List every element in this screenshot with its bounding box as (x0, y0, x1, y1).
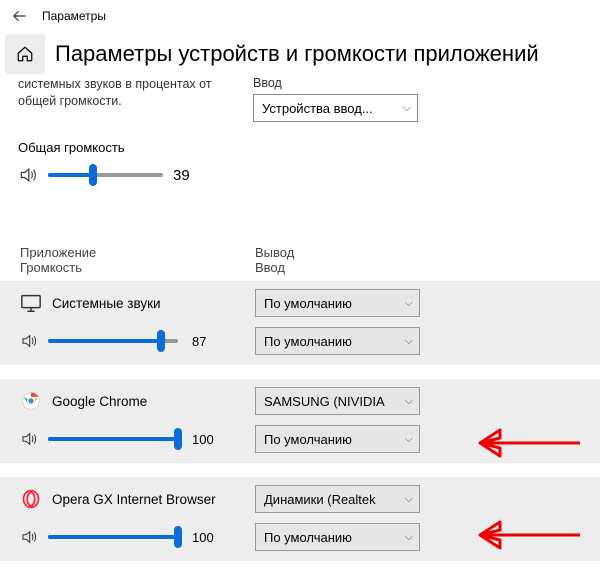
window-title: Параметры (42, 9, 106, 23)
chevron-down-icon: ⌵ (405, 433, 413, 446)
system-volume-value: 87 (192, 334, 222, 349)
chevron-down-icon: ⌵ (405, 531, 413, 544)
monitor-icon (20, 292, 42, 314)
chevron-down-icon: ⌵ (405, 395, 413, 408)
speaker-icon[interactable] (20, 429, 40, 449)
master-volume-value: 39 (173, 167, 203, 184)
input-device-select[interactable]: Устройства ввод... ⌵ (253, 94, 418, 122)
chevron-down-icon: ⌵ (405, 335, 413, 348)
system-output-select[interactable]: По умолчанию ⌵ (255, 289, 420, 317)
speaker-icon[interactable] (20, 331, 40, 351)
page-title: Параметры устройств и громкости приложен… (55, 41, 539, 67)
chrome-volume-slider[interactable] (48, 437, 178, 441)
opera-icon (20, 488, 42, 510)
chrome-volume-value: 100 (192, 432, 222, 447)
app-row-opera: Opera GX Internet Browser Динамики (Real… (0, 477, 600, 561)
master-volume-label: Общая громкость (0, 140, 600, 155)
input-device-label: Ввод (253, 76, 418, 90)
speaker-icon[interactable] (20, 527, 40, 547)
col-app-label: Приложение (20, 245, 255, 260)
app-name-chrome: Google Chrome (52, 394, 147, 409)
col-input-label: Ввод (255, 260, 294, 275)
col-output-label: Вывод (255, 245, 294, 260)
app-name-system: Системные звуки (52, 296, 161, 311)
master-volume-slider[interactable] (48, 173, 163, 177)
chevron-down-icon: ⌵ (403, 102, 411, 115)
back-icon[interactable] (12, 8, 28, 24)
chrome-icon (20, 390, 42, 412)
app-row-chrome: Google Chrome SAMSUNG (NIVIDIA ⌵ 100 По … (0, 379, 600, 463)
opera-output-select[interactable]: Динамики (Realtek ⌵ (255, 485, 420, 513)
system-volume-slider[interactable] (48, 339, 178, 343)
col-volume-label: Громкость (20, 260, 255, 275)
subtext-left: системных звуков в процентах от общей гр… (18, 76, 253, 122)
opera-volume-slider[interactable] (48, 535, 178, 539)
app-name-opera: Opera GX Internet Browser (52, 492, 216, 507)
chrome-input-select[interactable]: По умолчанию ⌵ (255, 425, 420, 453)
input-device-selected: Устройства ввод... (262, 101, 373, 116)
chrome-output-select[interactable]: SAMSUNG (NIVIDIA ⌵ (255, 387, 420, 415)
system-input-select[interactable]: По умолчанию ⌵ (255, 327, 420, 355)
opera-input-select[interactable]: По умолчанию ⌵ (255, 523, 420, 551)
opera-volume-value: 100 (192, 530, 222, 545)
speaker-icon[interactable] (18, 165, 38, 185)
home-button[interactable] (5, 34, 45, 74)
app-row-system: Системные звуки По умолчанию ⌵ 87 По умо… (0, 281, 600, 365)
chevron-down-icon: ⌵ (405, 493, 413, 506)
chevron-down-icon: ⌵ (405, 297, 413, 310)
